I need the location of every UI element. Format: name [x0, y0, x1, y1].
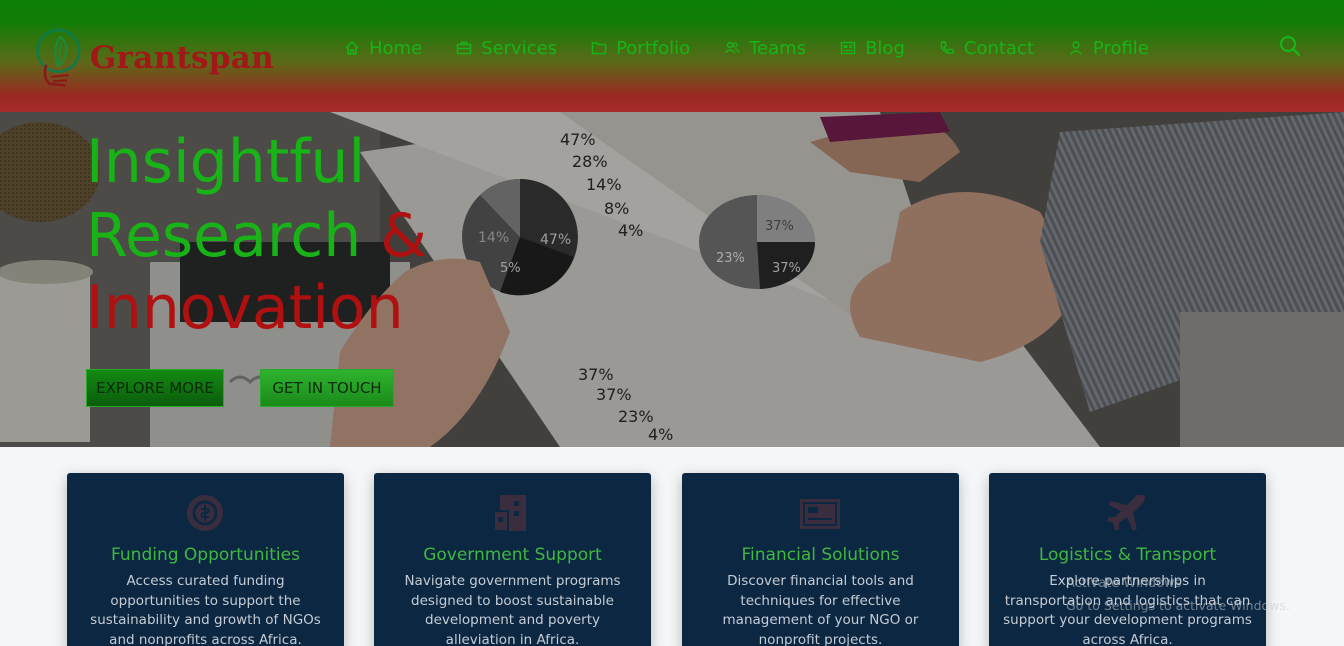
globe-money-icon — [187, 495, 223, 531]
phone-icon — [940, 41, 954, 54]
user-icon — [1069, 41, 1082, 55]
hero-title-line1: Insightful — [86, 127, 366, 197]
brand-name: Grantspan — [89, 40, 274, 76]
nav-item-teams[interactable]: Teams — [724, 38, 806, 59]
card-description: Navigate government programs designed to… — [404, 573, 621, 646]
watermark-title: Activate Windows — [1066, 576, 1182, 591]
activate-windows-watermark: Activate Windows Go to Settings to activ… — [1066, 573, 1290, 617]
home-icon — [345, 40, 359, 55]
hero-title-line2: Research & — [86, 200, 427, 272]
lightbulb-leaf-icon — [36, 28, 81, 87]
brand-logo[interactable]: Grantspan — [34, 18, 274, 94]
card-financial-solutions[interactable]: Financial Solutions Discover financial t… — [682, 473, 959, 646]
nav-item-home[interactable]: Home — [344, 38, 422, 59]
users-icon — [725, 41, 740, 54]
get-in-touch-button[interactable]: GET IN TOUCH — [260, 369, 394, 407]
nav-label: Teams — [749, 37, 807, 59]
search-icon[interactable] — [1278, 34, 1302, 58]
hero-ampersand: & — [380, 201, 428, 271]
card-description: Access curated funding opportunities to … — [90, 573, 321, 646]
main-nav: Home Services Portfolio Teams Blog Conta… — [344, 34, 1149, 62]
hero-section: 47% 28% 14% 8% 4% 14% 47% 5% 37% 23% 37% 37% 3… — [0, 112, 1344, 447]
nav-item-blog[interactable]: Blog — [840, 38, 905, 59]
card-logistics-transport[interactable]: Logistics & Transport Explore partnershi… — [989, 473, 1266, 646]
nav-item-services[interactable]: Services — [456, 38, 557, 59]
hero-title-line3: Innovation — [86, 273, 404, 343]
card-title: Funding Opportunities — [111, 545, 300, 565]
nav-label: Contact — [963, 37, 1034, 59]
nav-item-portfolio[interactable]: Portfolio — [591, 38, 690, 59]
site-header: Grantspan Home Services Portfolio Teams … — [0, 0, 1344, 112]
nav-label: Services — [481, 37, 558, 59]
card-funding-opportunities[interactable]: Funding Opportunities Access curated fun… — [67, 473, 344, 646]
card-title: Logistics & Transport — [1038, 545, 1217, 565]
nav-label: Blog — [865, 37, 905, 59]
card-title: Financial Solutions — [741, 545, 900, 565]
nav-label: Home — [369, 37, 423, 59]
nav-label: Profile — [1092, 37, 1149, 59]
briefcase-icon — [456, 41, 472, 55]
card-title: Government Support — [423, 545, 602, 565]
newspaper-icon — [840, 41, 856, 55]
plane-icon — [1107, 495, 1145, 531]
nav-item-profile[interactable]: Profile — [1068, 38, 1149, 59]
nav-item-contact[interactable]: Contact — [939, 38, 1034, 59]
card-government-support[interactable]: Government Support Navigate government p… — [374, 473, 651, 646]
hero-word-research: Research — [86, 201, 362, 271]
nav-label: Portfolio — [616, 37, 691, 59]
folder-icon — [591, 42, 607, 55]
card-description: Discover financial tools and techniques … — [722, 573, 919, 646]
money-bill-icon — [800, 499, 840, 529]
building-icon — [493, 495, 526, 532]
explore-more-button[interactable]: EXPLORE MORE — [86, 369, 224, 407]
watermark-subtitle: Go to Settings to activate Windows. — [1066, 598, 1290, 613]
